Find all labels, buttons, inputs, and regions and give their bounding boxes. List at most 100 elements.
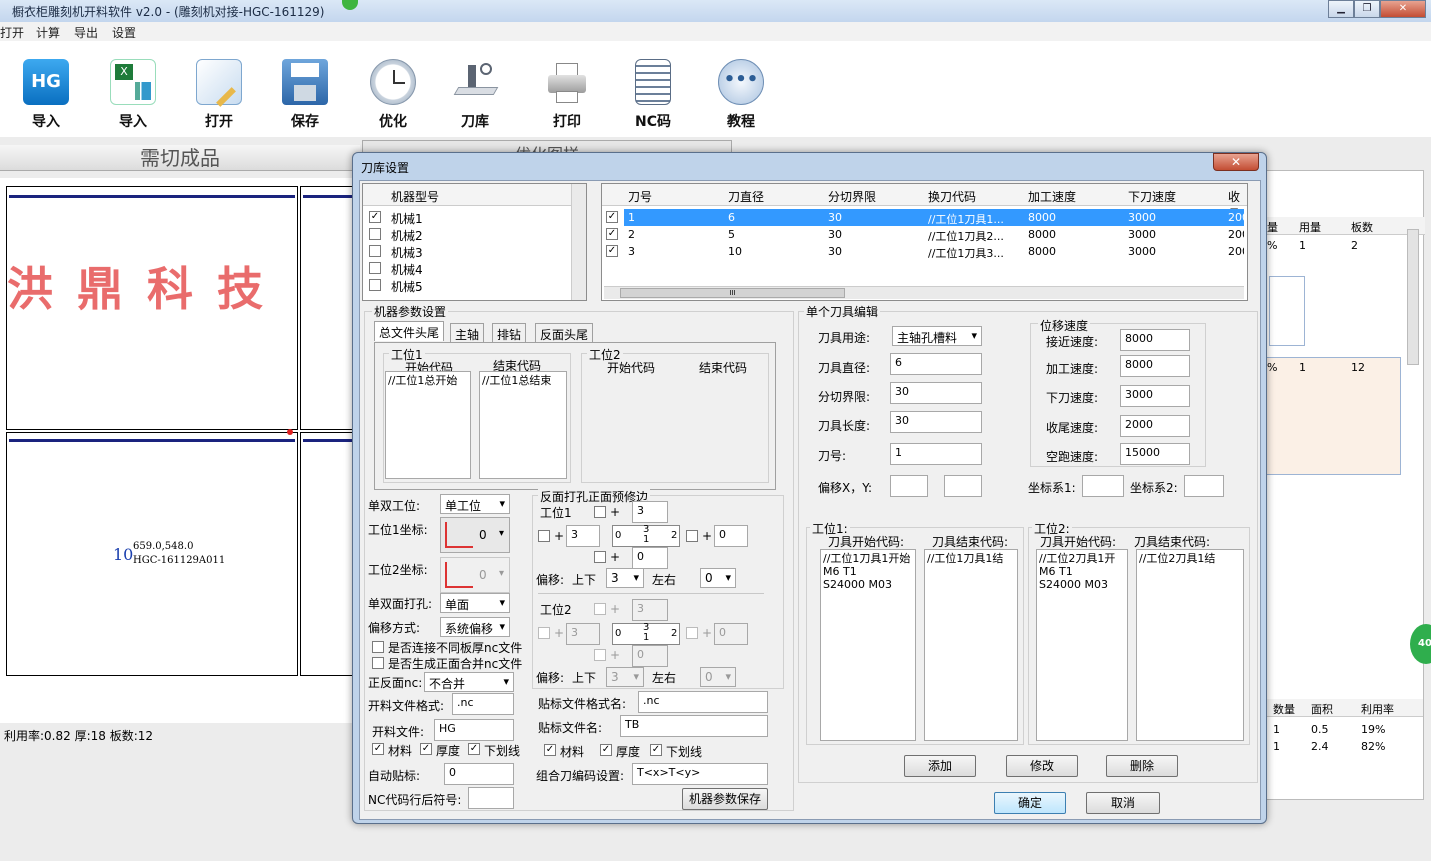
menu-export[interactable]: 导出 <box>74 24 98 41</box>
checkbox-icon[interactable]: ✓ <box>420 743 432 755</box>
checkbox-icon[interactable]: ✓ <box>606 245 618 257</box>
open-button[interactable]: 打开 <box>184 59 254 131</box>
rev2-right-input[interactable]: 0 <box>714 623 748 645</box>
rev2-left-input[interactable]: 3 <box>566 623 600 645</box>
tool-s2-end-input[interactable]: //工位2刀具1结 <box>1136 549 1244 741</box>
table-row[interactable]: ✓ 2 5 30 //工位1刀具2... 8000 3000 200 <box>602 226 1244 243</box>
cut-format-input[interactable]: .nc <box>452 693 514 715</box>
station1-coord-select[interactable]: 0 ▾ <box>440 517 510 553</box>
idle-speed-input[interactable]: 15000 <box>1120 443 1190 465</box>
import-excel-button[interactable]: X 导入 <box>98 59 168 131</box>
col-header[interactable]: 下刀速度 <box>1128 188 1176 205</box>
rev-bottom-input[interactable]: 0 <box>632 547 668 569</box>
updown2-select[interactable]: 3 <box>606 667 644 687</box>
table-row[interactable]: ✓ 1 6 30 //工位1刀具1... 8000 3000 200 <box>602 209 1244 226</box>
tool-s2-start-input[interactable]: //工位2刀具1开 M6 T1 S24000 M03 <box>1036 549 1128 741</box>
col-header[interactable]: 刀直径 <box>728 188 764 205</box>
merge-nc-label[interactable]: 是否生成正面合并nc文件 <box>388 655 522 672</box>
dialog-close-button[interactable]: ✕ <box>1213 153 1259 171</box>
connect-nc-label[interactable]: 是否连接不同板厚nc文件 <box>388 639 522 656</box>
process-speed-input[interactable]: 8000 <box>1120 355 1190 377</box>
rev-top-input[interactable]: 3 <box>632 501 668 523</box>
checkbox-icon[interactable] <box>686 627 698 639</box>
tab-drill-row[interactable]: 排钻 <box>492 323 527 343</box>
checkbox-icon[interactable]: ✓ <box>369 211 381 223</box>
combo-code-input[interactable]: T<x>T<y> <box>632 763 768 785</box>
layout-canvas[interactable]: 洪 鼎 科 技 10 659.0,548.0 HGC-161129A011 <box>0 178 360 723</box>
board-panel[interactable]: 洪 鼎 科 技 <box>6 186 298 430</box>
table-row[interactable]: ✓ 3 10 30 //工位1刀具3... 8000 3000 200 <box>602 243 1244 260</box>
single-double-select[interactable]: 单工位 <box>440 494 510 514</box>
tutorial-button[interactable]: ••• 教程 <box>706 59 776 131</box>
col-header[interactable]: 加工速度 <box>1028 188 1076 205</box>
checkbox-icon[interactable] <box>594 603 606 615</box>
label-file-input[interactable]: TB <box>620 715 768 737</box>
checkbox-icon[interactable] <box>369 228 381 240</box>
scroll-thumb[interactable]: III <box>620 288 845 298</box>
minimize-button[interactable]: ▁ <box>1328 0 1354 18</box>
rev-left-input[interactable]: 3 <box>566 525 600 547</box>
checkbox-icon[interactable] <box>594 506 606 518</box>
front-back-nc-select[interactable]: 不合并 <box>424 672 514 692</box>
tool-diameter-input[interactable]: 6 <box>890 353 982 375</box>
machine-list[interactable]: 机器型号 ✓ 机械1 机械2 机械3 机械4 机械5 <box>362 183 587 301</box>
table-hscrollbar[interactable]: III <box>604 286 1244 299</box>
cut-file-input[interactable]: HG <box>434 719 514 741</box>
leftright-select[interactable]: 0 <box>700 568 736 588</box>
tool-use-select[interactable]: 主轴孔槽料 <box>892 326 982 346</box>
save-params-button[interactable]: 机器参数保存 <box>682 788 768 810</box>
nc-suffix-input[interactable] <box>468 787 514 809</box>
tool-s1-start-input[interactable]: //工位1刀具1开始 M6 T1 S24000 M03 <box>820 549 916 741</box>
checkbox-icon[interactable] <box>369 262 381 274</box>
col-header[interactable]: 刀号 <box>628 188 652 205</box>
col-header[interactable]: 换刀代码 <box>928 188 976 205</box>
board-panel[interactable] <box>300 432 360 676</box>
checkbox-icon[interactable] <box>369 245 381 257</box>
menu-calculate[interactable]: 计算 <box>36 24 60 41</box>
label-format-input[interactable]: .nc <box>638 691 768 713</box>
tool-s1-end-input[interactable]: //工位1刀具1结 <box>924 549 1018 741</box>
updown-select[interactable]: 3 <box>606 568 644 588</box>
s1-end-code-input[interactable]: //工位1总结束 <box>479 371 567 479</box>
checkbox-icon[interactable]: ✓ <box>650 744 662 756</box>
checkbox-icon[interactable] <box>686 530 698 542</box>
offset-y-input[interactable] <box>944 475 982 497</box>
approach-speed-input[interactable]: 8000 <box>1120 329 1190 351</box>
cancel-button[interactable]: 取消 <box>1086 792 1160 814</box>
tool-number-input[interactable]: 1 <box>890 443 982 465</box>
import-hg-button[interactable]: HG 导入 <box>11 59 81 131</box>
offset-mode-select[interactable]: 系统偏移 <box>440 617 510 637</box>
checkbox-icon[interactable] <box>594 649 606 661</box>
rev2-top-input[interactable]: 3 <box>632 599 668 621</box>
menu-open[interactable]: 打开 <box>0 24 24 41</box>
menu-settings[interactable]: 设置 <box>112 24 136 41</box>
save-button[interactable]: 保存 <box>270 59 340 131</box>
checkbox-icon[interactable] <box>369 279 381 291</box>
cb-material-2[interactable]: 材料 <box>560 743 584 760</box>
ok-button[interactable]: 确定 <box>994 792 1066 814</box>
leftright2-select[interactable]: 0 <box>700 667 736 687</box>
tab-file-head-tail[interactable]: 总文件头尾 <box>374 321 445 341</box>
tail-speed-input[interactable]: 2000 <box>1120 415 1190 437</box>
checkbox-icon[interactable] <box>538 627 550 639</box>
finished-parts-tab[interactable]: 需切成品 <box>0 145 360 171</box>
board-panel[interactable]: 10 659.0,548.0 HGC-161129A011 <box>6 429 298 676</box>
restore-button[interactable]: ❐ <box>1354 0 1380 18</box>
cb-underline-2[interactable]: 下划线 <box>666 743 702 760</box>
checkbox-icon[interactable] <box>594 551 606 563</box>
print-button[interactable]: 打印 <box>532 59 602 131</box>
tool-length-input[interactable]: 30 <box>890 411 982 433</box>
col-header[interactable]: 分切界限 <box>828 188 876 205</box>
checkbox-icon[interactable]: ✓ <box>606 211 618 223</box>
add-button[interactable]: 添加 <box>904 755 976 777</box>
tab-spindle[interactable]: 主轴 <box>450 323 485 343</box>
auto-label-input[interactable]: 0 <box>444 763 514 785</box>
tool-library-button[interactable]: 刀库 <box>440 59 510 131</box>
machine-list-scrollbar[interactable] <box>571 184 586 300</box>
tool-table[interactable]: 刀号 刀直径 分切界限 换刀代码 加工速度 下刀速度 收月 ✓ 1 6 30 /… <box>601 183 1248 301</box>
checkbox-icon[interactable]: ✓ <box>606 228 618 240</box>
checkbox-icon[interactable] <box>538 530 550 542</box>
coord2-input[interactable] <box>1184 475 1224 497</box>
station2-coord-select[interactable]: 0 ▾ <box>440 557 510 593</box>
checkbox-icon[interactable] <box>372 657 384 669</box>
